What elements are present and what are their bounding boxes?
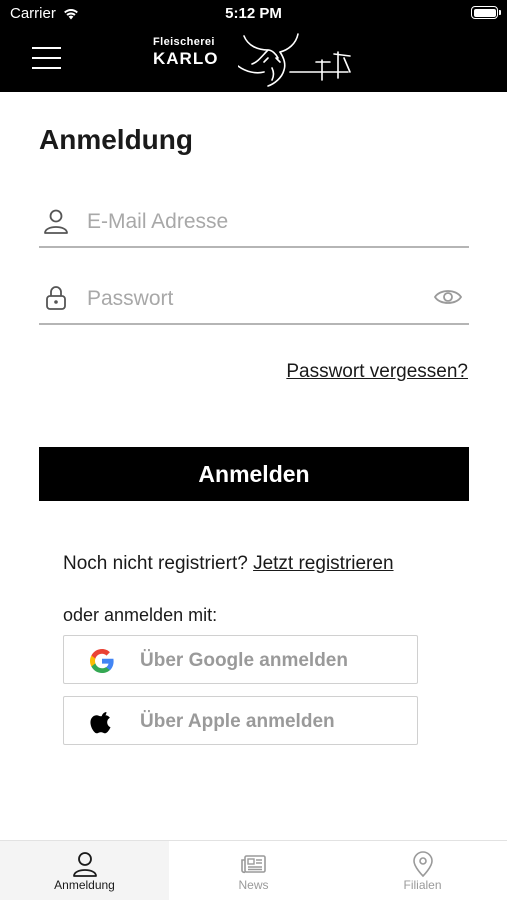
no-account-text: Noch nicht registriert? [63, 553, 248, 574]
user-icon [44, 209, 68, 234]
location-pin-icon [412, 851, 433, 878]
apple-login-label: Über Apple anmelden [140, 711, 335, 732]
brand-name: KARLO [153, 49, 219, 68]
show-password-eye-icon[interactable] [433, 286, 463, 308]
tab-label: Filialen [403, 878, 442, 892]
tab-label: News [238, 878, 269, 892]
register-link[interactable]: Jetzt registrieren [253, 553, 393, 574]
newspaper-icon [240, 855, 266, 874]
bull-logo-icon [238, 33, 351, 87]
lock-icon [46, 286, 66, 310]
forgot-password-link[interactable]: Passwort vergessen? [286, 361, 468, 383]
tab-label: Anmeldung [54, 878, 115, 892]
tab-filialen[interactable]: Filialen [338, 841, 507, 900]
google-icon [90, 649, 114, 673]
google-login-label: Über Google anmelden [140, 650, 348, 671]
login-button[interactable]: Anmelden [39, 447, 469, 501]
tab-anmeldung[interactable]: Anmeldung [0, 841, 169, 900]
battery-icon [471, 6, 501, 19]
app-header: Carrier 5:12 PM Fleischerei KARLO [0, 0, 507, 92]
apple-login-button[interactable]: Über Apple anmelden [63, 696, 418, 745]
page-title: Anmeldung [39, 124, 193, 155]
google-login-button[interactable]: Über Google anmelden [63, 635, 418, 684]
brand-small-text: Fleischerei [153, 36, 215, 48]
user-icon [72, 852, 97, 877]
tab-news[interactable]: News [169, 841, 338, 900]
email-input[interactable] [87, 206, 407, 238]
bottom-tab-bar: Anmeldung News Filialen [0, 840, 507, 900]
brand-logo: Fleischerei KARLO [150, 32, 360, 88]
apple-icon [90, 712, 111, 734]
hamburger-menu-icon[interactable] [32, 47, 62, 69]
status-bar: Carrier 5:12 PM [0, 0, 507, 28]
email-field [39, 200, 469, 248]
or-login-with-text: oder anmelden mit: [63, 605, 218, 625]
password-field [39, 277, 469, 325]
password-input[interactable] [87, 283, 407, 315]
status-time: 5:12 PM [225, 5, 282, 22]
register-prompt: Noch nicht registriert? Jetzt registrier… [63, 553, 394, 575]
